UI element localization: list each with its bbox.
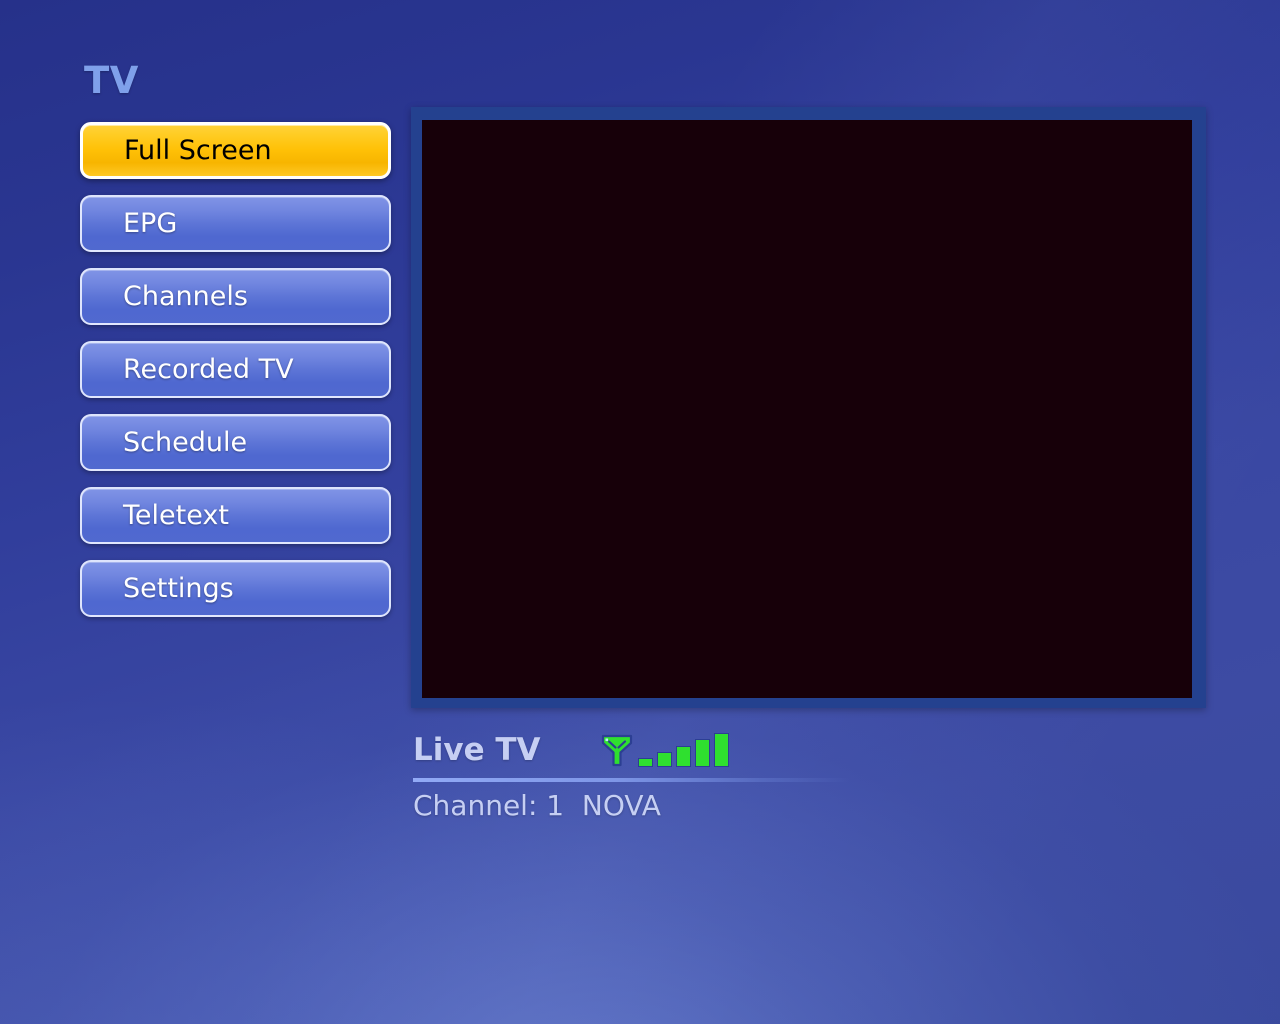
- video-surface[interactable]: [422, 120, 1192, 698]
- tv-media-center-screen: TV Full Screen EPG Channels Recorded TV …: [0, 0, 1280, 1024]
- source-and-signal-row: Live TV: [413, 728, 883, 772]
- antenna-icon: [601, 734, 632, 767]
- signal-bar: [656, 752, 672, 767]
- main-menu: Full Screen EPG Channels Recorded TV Sch…: [80, 122, 391, 617]
- menu-item-label: Settings: [123, 573, 234, 604]
- signal-strength-meter: [600, 733, 729, 767]
- playback-info-block: Live TV Channel: 1 NOVA: [413, 728, 883, 820]
- signal-bar: [637, 758, 653, 767]
- menu-item-settings[interactable]: Settings: [80, 560, 391, 617]
- menu-item-teletext[interactable]: Teletext: [80, 487, 391, 544]
- menu-item-label: Recorded TV: [123, 354, 294, 385]
- signal-bar: [675, 746, 691, 767]
- menu-item-full-screen[interactable]: Full Screen: [80, 122, 391, 179]
- page-title: TV: [84, 59, 139, 102]
- video-preview-panel[interactable]: [411, 107, 1206, 708]
- signal-bar: [694, 739, 710, 767]
- menu-item-label: Teletext: [123, 500, 229, 531]
- menu-item-label: Schedule: [123, 427, 248, 458]
- menu-item-schedule[interactable]: Schedule: [80, 414, 391, 471]
- menu-item-label: Channels: [123, 281, 248, 312]
- channel-info-label: Channel: 1 NOVA: [413, 789, 661, 822]
- menu-item-recorded-tv[interactable]: Recorded TV: [80, 341, 391, 398]
- menu-item-label: EPG: [123, 208, 178, 239]
- live-tv-label: Live TV: [413, 731, 541, 768]
- menu-item-channels[interactable]: Channels: [80, 268, 391, 325]
- left-column: TV Full Screen EPG Channels Recorded TV …: [80, 62, 395, 633]
- menu-item-label: Full Screen: [124, 135, 272, 166]
- menu-item-epg[interactable]: EPG: [80, 195, 391, 252]
- info-divider: [413, 778, 850, 782]
- signal-bar: [713, 733, 729, 767]
